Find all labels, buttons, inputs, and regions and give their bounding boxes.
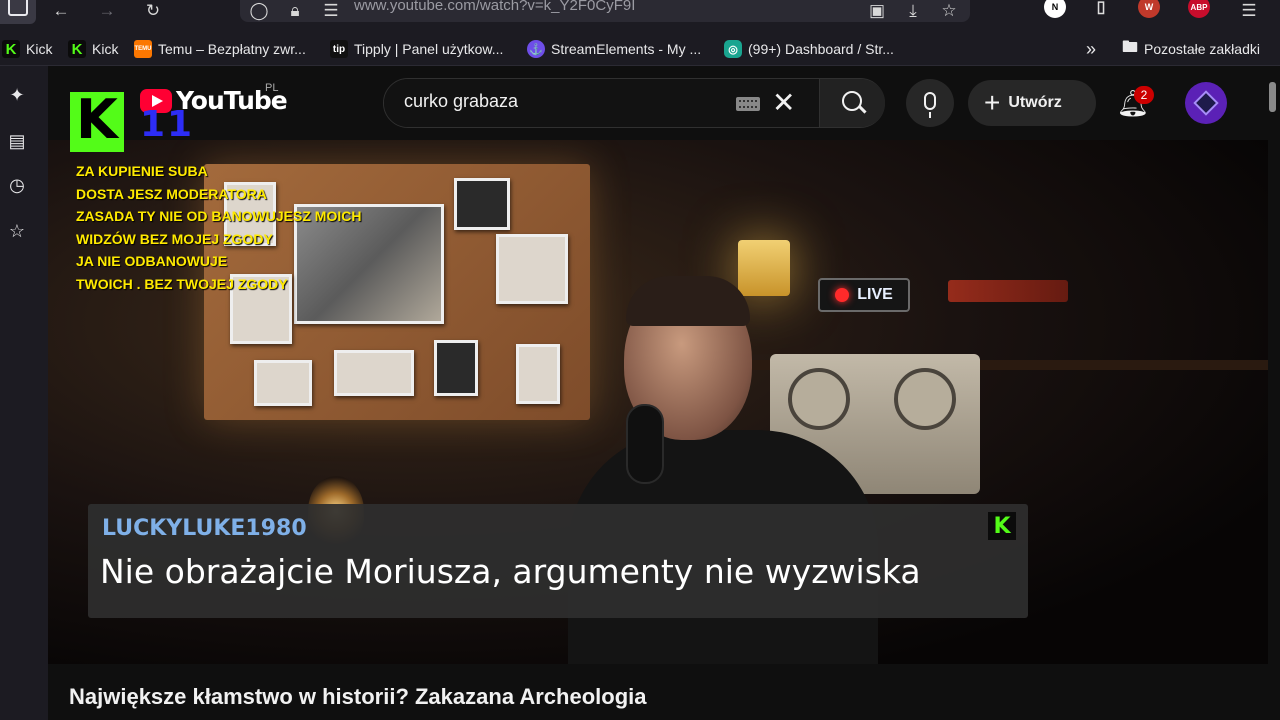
bookmarks-overflow-button[interactable]: » <box>1086 38 1096 60</box>
download-icon[interactable]: ⤓ <box>902 0 924 22</box>
voice-search-button[interactable] <box>906 79 954 127</box>
bookmark-temu[interactable]: TEMU Temu – Bezpłatny zwr... <box>134 38 306 60</box>
search-input[interactable] <box>404 91 724 112</box>
streamelements-icon: ⚓ <box>527 40 545 58</box>
browser-toolbar: ← → ↻ ◯ 🔒︎ ☰ www.youtube.com/watch?v=k_Y… <box>0 0 1280 32</box>
chat-username: LUCKYLUKE1980 <box>102 516 307 541</box>
puzzle-extension-icon[interactable]: ▯ <box>1090 0 1112 18</box>
tabs-icon[interactable] <box>0 0 36 24</box>
adblock-extension-icon[interactable]: ABP <box>1188 0 1210 18</box>
chat-message: Nie obrażajcie Moriusza, argumenty nie w… <box>100 552 921 591</box>
bookmark-label: Temu – Bezpłatny zwr... <box>158 41 306 57</box>
kick-icon: K <box>988 512 1016 540</box>
favorites-star-icon[interactable]: ☆ <box>6 220 28 242</box>
tipply-icon: tip <box>330 40 348 58</box>
rule-line: ZASADA TY NIE OD BANOWUJESZ MOICH <box>76 208 362 224</box>
search-button[interactable] <box>819 79 885 127</box>
site-settings-icon[interactable]: ☰ <box>320 0 342 22</box>
bookmark-label: Kick <box>92 41 119 57</box>
neon-sign <box>948 280 1068 302</box>
overlay-rules: ZA KUPIENIE SUBA DOSTA JESZ MODERATORA Z… <box>76 160 361 295</box>
keyboard-icon[interactable] <box>736 97 760 111</box>
temu-icon: TEMU <box>134 40 152 58</box>
folder-icon: 🖿︎ <box>1122 38 1139 56</box>
bookmark-tipply[interactable]: tip Tipply | Panel użytkow... <box>330 38 503 60</box>
plus-icon: + <box>984 87 1001 118</box>
back-icon[interactable]: ← <box>48 0 74 22</box>
pinned-photo <box>454 178 510 230</box>
rule-line: ZA KUPIENIE SUBA <box>76 163 208 179</box>
rule-line: DOSTA JESZ MODERATORA <box>76 185 267 202</box>
rule-line: WIDZÓW BEZ MOJEJ ZGODY <box>76 230 273 247</box>
url-text[interactable]: www.youtube.com/watch?v=k_Y2F0CyF9I <box>354 0 635 14</box>
clear-search-icon[interactable]: ✕ <box>772 88 795 118</box>
pinned-photo <box>254 360 312 406</box>
reel-icon <box>894 368 956 430</box>
screenshot-icon[interactable]: ▣ <box>866 0 888 22</box>
scrollbar[interactable] <box>1269 82 1276 112</box>
reload-icon[interactable]: ↻ <box>140 0 166 22</box>
bookmark-label: StreamElements - My ... <box>551 41 702 57</box>
w-extension-icon[interactable]: W <box>1138 0 1160 18</box>
pinned-photo <box>334 350 414 396</box>
pinned-photo <box>516 344 560 404</box>
lock-icon[interactable]: 🔒︎ <box>284 0 306 22</box>
browser-sidebar: ✦ ▤ ◷ ☆ <box>0 66 48 720</box>
bookmark-kick-1[interactable]: K Kick <box>2 38 52 60</box>
video-title[interactable]: Największe kłamstwo w historii? Zakazana… <box>69 684 646 710</box>
kick-icon: K <box>68 40 86 58</box>
microphone-icon <box>924 92 936 118</box>
pinned-photo <box>434 340 478 396</box>
rule-line: JA NIE ODBANOWUJE <box>76 253 228 269</box>
history-panel-icon[interactable]: ▤ <box>6 130 28 152</box>
bookmark-streamelements[interactable]: ⚓ StreamElements - My ... <box>527 38 701 60</box>
bookmark-label: (99+) Dashboard / Str... <box>748 41 894 57</box>
bookmark-label: Kick <box>26 41 53 57</box>
studio-microphone <box>626 404 664 484</box>
other-bookmarks-label: Pozostałe zakładki <box>1144 41 1260 57</box>
streamer-hair <box>626 276 750 326</box>
bookmark-star-icon[interactable]: ☆ <box>938 0 960 22</box>
menu-icon[interactable]: ☰ <box>1238 0 1260 22</box>
pinned-photo <box>496 234 568 304</box>
n-extension-icon[interactable]: N <box>1044 0 1066 18</box>
history-clock-icon[interactable]: ◷ <box>6 174 28 196</box>
avatar[interactable] <box>1185 82 1227 124</box>
ai-sparkle-icon[interactable]: ✦ <box>6 84 28 106</box>
search-field[interactable]: ✕ <box>384 79 819 127</box>
forward-icon[interactable]: → <box>94 0 120 22</box>
other-bookmarks-folder[interactable]: 🖿︎ Pozostałe zakładki <box>1122 38 1260 60</box>
kick-icon: K <box>2 40 20 58</box>
chat-highlight: LUCKYLUKE1980 Nie obrażajcie Moriusza, a… <box>88 504 1028 618</box>
youtube-page: YouTube PL ✕ + Utwórz 🔔︎ 2 <box>48 66 1280 720</box>
overlay-number: 11 <box>140 104 195 145</box>
shield-icon[interactable]: ◯ <box>248 0 270 22</box>
dashboard-icon: ◎ <box>724 40 742 58</box>
youtube-header: YouTube PL ✕ + Utwórz 🔔︎ 2 <box>48 66 1280 140</box>
bookmark-label: Tipply | Panel użytkow... <box>354 41 504 57</box>
rule-line: TWOICH . BEZ TWOJEJ ZGODY <box>76 275 288 292</box>
bookmark-kick-2[interactable]: K Kick <box>68 38 118 60</box>
kick-logo-overlay <box>70 90 124 152</box>
country-code: PL <box>265 82 279 94</box>
bookmark-dashboard[interactable]: ◎ (99+) Dashboard / Str... <box>724 38 894 60</box>
bookmarks-bar: K Kick K Kick TEMU Temu – Bezpłatny zwr.… <box>0 32 1280 66</box>
create-button[interactable]: + Utwórz <box>968 80 1096 126</box>
notification-count-badge: 2 <box>1134 86 1154 104</box>
search-box: ✕ <box>383 78 885 128</box>
create-label: Utwórz <box>1008 94 1062 111</box>
